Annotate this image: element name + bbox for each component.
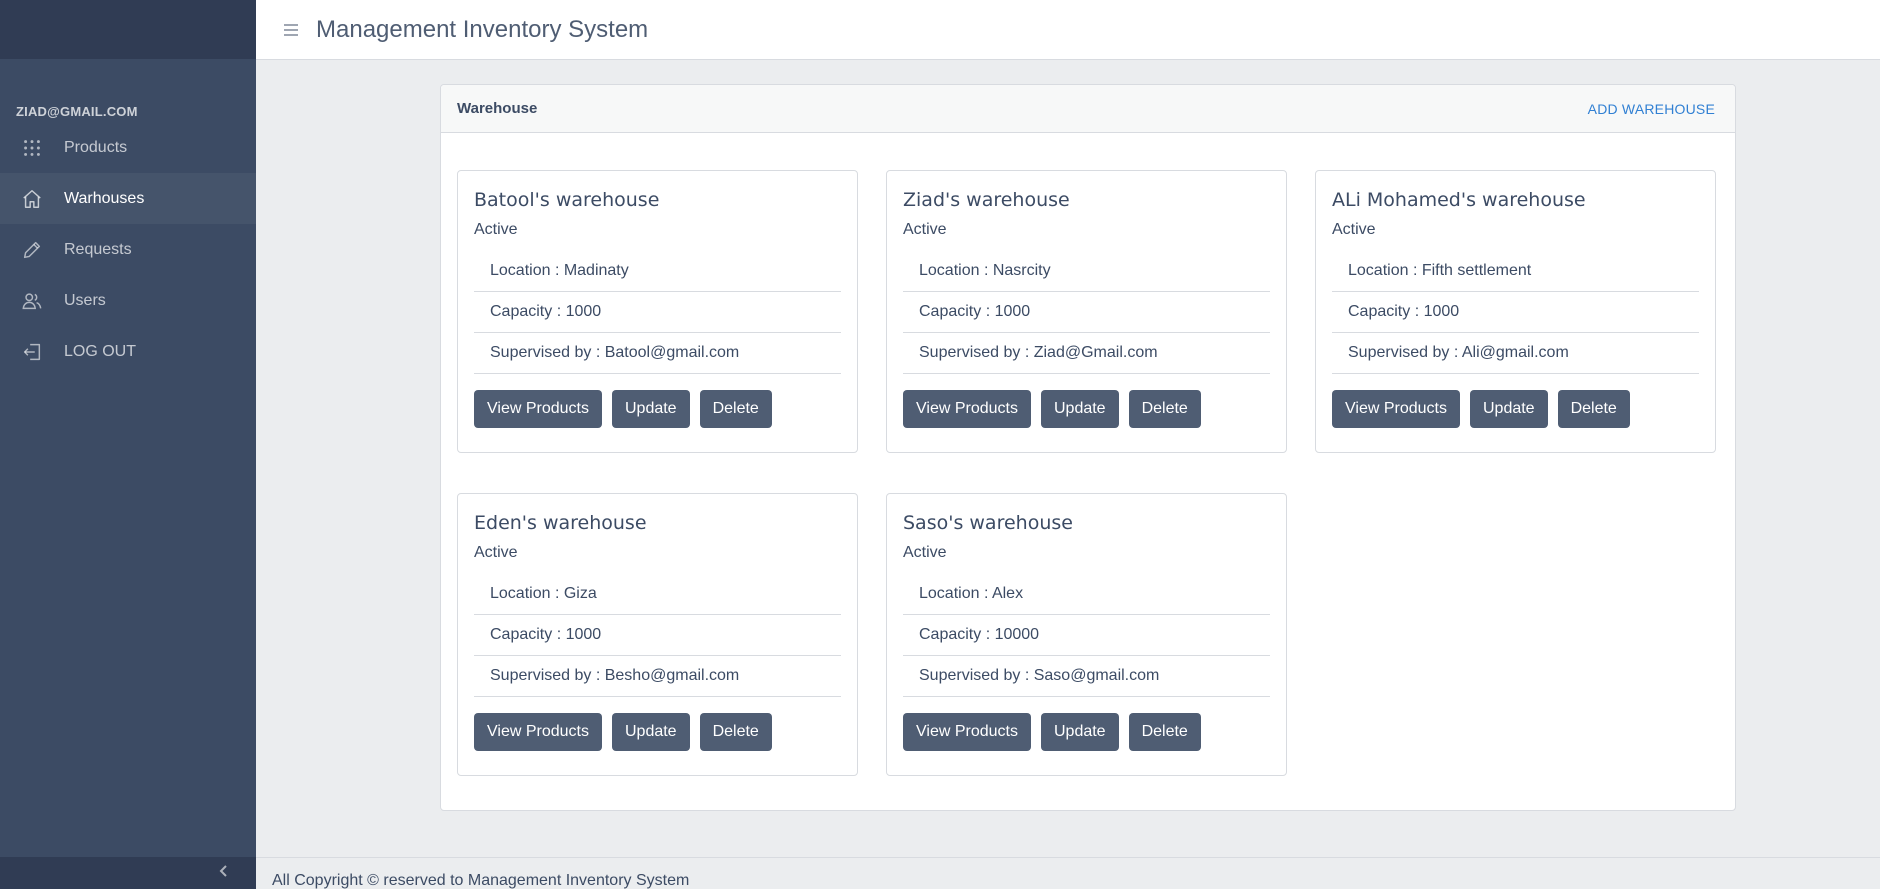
warehouse-status: Active [903,221,947,238]
sidebar-item-warehouses[interactable]: Warhouses [0,173,256,224]
pencil-icon [20,238,44,262]
delete-button[interactable]: Delete [699,390,772,428]
warehouse-panel: Warehouse ADD WAREHOUSE Batool's warehou… [440,84,1736,811]
grid-icon [20,136,44,160]
delete-button[interactable]: Delete [1128,713,1201,751]
copyright-text: All Copyright © reserved to Management I… [272,872,690,889]
warehouse-card: ALi Mohamed's warehouse Active Location … [1315,170,1716,453]
update-button[interactable]: Update [611,713,690,751]
sidebar-nav: Products Warhouses Requests Users LOG OU… [0,122,256,377]
warehouse-actions: View Products Update Delete [903,390,1270,428]
warehouse-details: Location : Fifth settlement Capacity : 1… [1332,251,1699,374]
warehouse-capacity: Capacity : 1000 [474,615,841,656]
warehouse-name: Saso's warehouse [903,512,1073,534]
warehouse-supervisor: Supervised by : Ali@gmail.com [1332,333,1699,374]
warehouse-name: Eden's warehouse [474,512,647,534]
warehouse-capacity: Capacity : 1000 [474,292,841,333]
footer: All Copyright © reserved to Management I… [256,857,1880,889]
warehouse-location: Location : Madinaty [474,251,841,292]
warehouse-location: Location : Alex [903,574,1270,615]
delete-button[interactable]: Delete [1557,390,1630,428]
sidebar-item-label: Products [64,138,128,156]
warehouse-card: Ziad's warehouse Active Location : Nasrc… [886,170,1287,453]
view-products-button[interactable]: View Products [474,713,602,751]
warehouse-card: Saso's warehouse Active Location : Alex … [886,493,1287,776]
warehouse-capacity: Capacity : 1000 [903,292,1270,333]
warehouse-status: Active [474,221,518,238]
view-products-button[interactable]: View Products [1332,390,1460,428]
warehouse-card: Eden's warehouse Active Location : Giza … [457,493,858,776]
warehouse-capacity: Capacity : 10000 [903,615,1270,656]
chevron-left-icon [218,864,230,883]
update-button[interactable]: Update [611,390,690,428]
warehouse-details: Location : Nasrcity Capacity : 1000 Supe… [903,251,1270,374]
view-products-button[interactable]: View Products [903,713,1031,751]
sidebar-item-products[interactable]: Products [0,122,256,173]
hamburger-menu-icon[interactable] [282,21,300,39]
update-button[interactable]: Update [1040,390,1119,428]
warehouse-name: Batool's warehouse [474,189,660,211]
warehouse-actions: View Products Update Delete [474,713,841,751]
warehouse-supervisor: Supervised by : Batool@gmail.com [474,333,841,374]
warehouse-status: Active [474,544,518,561]
warehouse-supervisor: Supervised by : Besho@gmail.com [474,656,841,697]
warehouse-name: Ziad's warehouse [903,189,1070,211]
sidebar-item-label: Warhouses [64,189,145,207]
delete-button[interactable]: Delete [699,713,772,751]
warehouse-details: Location : Giza Capacity : 1000 Supervis… [474,574,841,697]
user-email: ZIAD@GMAIL.COM [16,104,138,119]
update-button[interactable]: Update [1469,390,1548,428]
warehouse-actions: View Products Update Delete [903,713,1270,751]
page-title: Management Inventory System [316,15,649,43]
warehouse-status: Active [903,544,947,561]
warehouse-supervisor: Supervised by : Ziad@Gmail.com [903,333,1270,374]
add-warehouse-link[interactable]: ADD WAREHOUSE [1588,101,1715,117]
warehouse-supervisor: Supervised by : Saso@gmail.com [903,656,1270,697]
warehouse-location: Location : Fifth settlement [1332,251,1699,292]
update-button[interactable]: Update [1040,713,1119,751]
header: Management Inventory System [256,0,1880,60]
panel-title: Warehouse [457,100,538,117]
warehouse-panel-header: Warehouse ADD WAREHOUSE [441,85,1735,133]
warehouse-details: Location : Alex Capacity : 10000 Supervi… [903,574,1270,697]
warehouse-actions: View Products Update Delete [474,390,841,428]
sidebar-item-label: Requests [64,240,132,258]
users-icon [20,289,44,313]
sidebar-item-label: LOG OUT [64,342,137,360]
warehouse-location: Location : Nasrcity [903,251,1270,292]
sidebar: ZIAD@GMAIL.COM Products Warhouses Reques… [0,0,256,889]
sidebar-item-requests[interactable]: Requests [0,224,256,275]
warehouse-actions: View Products Update Delete [1332,390,1699,428]
home-icon [20,187,44,211]
warehouse-details: Location : Madinaty Capacity : 1000 Supe… [474,251,841,374]
delete-button[interactable]: Delete [1128,390,1201,428]
sidebar-toggler[interactable] [0,857,256,889]
sidebar-item-users[interactable]: Users [0,275,256,326]
warehouse-location: Location : Giza [474,574,841,615]
sidebar-item-logout[interactable]: LOG OUT [0,326,256,377]
warehouse-card: Batool's warehouse Active Location : Mad… [457,170,858,453]
warehouse-capacity: Capacity : 1000 [1332,292,1699,333]
view-products-button[interactable]: View Products [474,390,602,428]
logout-icon [20,340,44,364]
view-products-button[interactable]: View Products [903,390,1031,428]
sidebar-item-label: Users [64,291,106,309]
sidebar-brand [0,0,256,59]
warehouse-name: ALi Mohamed's warehouse [1332,189,1586,211]
warehouse-status: Active [1332,221,1376,238]
